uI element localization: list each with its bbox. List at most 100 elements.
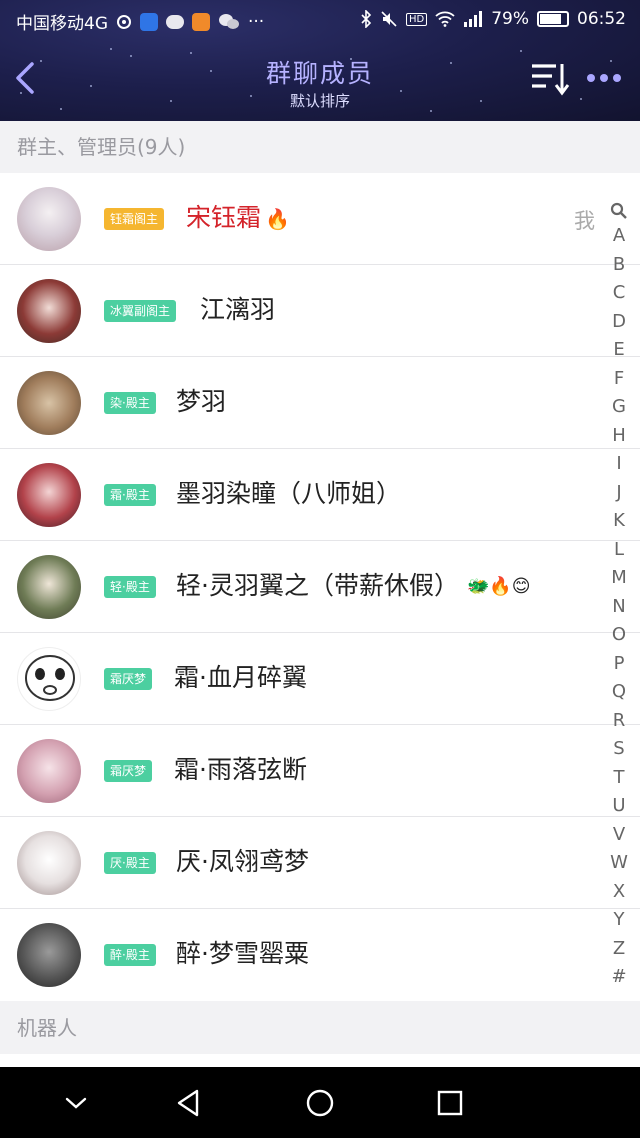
index-letter[interactable]: F	[604, 365, 634, 394]
index-letter[interactable]: H	[604, 422, 634, 451]
member-name-text: 轻·灵羽翼之（带薪休假）	[176, 571, 459, 600]
index-letter[interactable]: E	[604, 336, 634, 365]
member-title-badge: 冰翼副阁主	[104, 300, 177, 322]
nav-bar: 群聊成员 默认排序	[0, 44, 640, 121]
index-letter[interactable]: C	[604, 279, 634, 308]
member-name: 宋钰霜 🔥	[186, 200, 290, 237]
index-letter[interactable]: K	[604, 507, 634, 536]
status-emojis: 🐲🔥😊	[466, 576, 531, 597]
member-row[interactable]: 染·殿主 梦羽	[0, 357, 640, 449]
member-title-badge: 染·殿主	[104, 392, 156, 414]
avatar[interactable]	[17, 739, 81, 803]
bluetooth-icon	[360, 10, 372, 28]
index-letter[interactable]: N	[604, 593, 634, 622]
avatar[interactable]	[17, 371, 81, 435]
index-letter[interactable]: S	[604, 735, 634, 764]
carrier-label: 中国移动4G	[16, 14, 108, 34]
index-letter[interactable]: R	[604, 707, 634, 736]
avatar[interactable]	[17, 923, 81, 987]
avatar[interactable]	[17, 647, 81, 711]
member-row[interactable]: 轻·殿主 轻·灵羽翼之（带薪休假） 🐲🔥😊	[0, 541, 640, 633]
nav-back-button[interactable]	[170, 1085, 206, 1121]
index-letter[interactable]: J	[604, 479, 634, 508]
index-letter[interactable]: Z	[604, 935, 634, 964]
nav-home-button[interactable]	[302, 1085, 338, 1121]
member-row[interactable]: 钰霜阁主 宋钰霜 🔥 我	[0, 173, 640, 265]
member-row[interactable]: 醉·殿主 醉·梦雪罂粟	[0, 909, 640, 1001]
member-name: 霜·血月碎翼	[174, 663, 307, 692]
index-letter[interactable]: I	[604, 450, 634, 479]
member-title-badge: 霜厌梦	[104, 668, 153, 690]
member-title-badge: 钰霜阁主	[104, 208, 165, 230]
index-letter[interactable]: O	[604, 621, 634, 650]
index-letter[interactable]: Q	[604, 678, 634, 707]
circle-home-icon	[306, 1089, 334, 1117]
battery-level	[540, 14, 561, 24]
index-letter[interactable]: U	[604, 792, 634, 821]
index-letter[interactable]: T	[604, 764, 634, 793]
mute-icon	[380, 10, 398, 28]
sort-icon	[532, 64, 570, 96]
index-letter[interactable]: V	[604, 821, 634, 850]
wifi-icon	[435, 11, 455, 27]
avatar[interactable]	[17, 463, 81, 527]
avatar[interactable]	[17, 555, 81, 619]
member-name: 梦羽	[176, 387, 227, 416]
fire-emoji: 🔥	[265, 207, 290, 231]
triangle-back-icon	[177, 1089, 199, 1117]
square-recents-icon	[437, 1090, 463, 1116]
avatar[interactable]	[17, 279, 81, 343]
me-label: 我	[574, 209, 595, 233]
member-title-badge: 霜·殿主	[104, 484, 156, 506]
system-nav-bar	[0, 1067, 640, 1138]
index-letter[interactable]: B	[604, 251, 634, 280]
index-letter[interactable]: P	[604, 650, 634, 679]
status-bar: 中国移动4G ··· HD 79% 06:52	[0, 0, 640, 40]
index-letter[interactable]: A	[604, 222, 634, 251]
robot-list-start	[0, 1054, 640, 1067]
header-bar: 中国移动4G ··· HD 79% 06:52 群聊成员 默认排序	[0, 0, 640, 121]
member-title-badge: 醉·殿主	[104, 944, 156, 966]
index-letter[interactable]: X	[604, 878, 634, 907]
member-name: 轻·灵羽翼之（带薪休假） 🐲🔥😊	[176, 568, 531, 605]
index-letter[interactable]: D	[604, 308, 634, 337]
section-header-admins: 群主、管理员(9人)	[0, 121, 640, 173]
member-name: 厌·凤翎鸢梦	[176, 847, 309, 876]
hide-nav-button[interactable]	[58, 1085, 94, 1121]
battery-percent: 79%	[491, 9, 529, 29]
battery-icon	[537, 11, 569, 27]
clock: 06:52	[577, 9, 626, 29]
message-icon	[166, 14, 184, 29]
sort-button[interactable]	[530, 62, 570, 96]
member-name: 墨羽染瞳（八师姐）	[176, 479, 402, 508]
member-title-badge: 厌·殿主	[104, 852, 156, 874]
index-letter[interactable]: L	[604, 536, 634, 565]
member-list: 钰霜阁主 宋钰霜 🔥 我 冰翼副阁主 江漓羽 染·殿主 梦羽 霜·殿主 墨羽染瞳（…	[0, 173, 640, 1001]
member-row[interactable]: 厌·殿主 厌·凤翎鸢梦	[0, 817, 640, 909]
member-row[interactable]: 霜厌梦 霜·雨落弦断	[0, 725, 640, 817]
index-search[interactable]	[604, 200, 634, 222]
index-letter[interactable]: #	[604, 963, 634, 992]
hd-icon: HD	[405, 12, 428, 26]
screen: 中国移动4G ··· HD 79% 06:52 群聊成员 默认排序 群主、管理员…	[0, 0, 640, 1138]
member-name: 霜·雨落弦断	[174, 755, 307, 784]
member-name: 江漓羽	[200, 295, 276, 324]
nav-recents-button[interactable]	[432, 1085, 468, 1121]
avatar[interactable]	[17, 831, 81, 895]
member-row[interactable]: 霜厌梦 霜·血月碎翼	[0, 633, 640, 725]
index-letter[interactable]: Y	[604, 906, 634, 935]
signal-icon	[463, 11, 483, 27]
index-letter[interactable]: M	[604, 564, 634, 593]
alphabet-index[interactable]: A B C D E F G H I J K L M N O P Q R S T U V W X Y Z #	[604, 200, 634, 992]
video-app-icon	[192, 12, 210, 31]
member-row[interactable]: 霜·殿主 墨羽染瞳（八师姐）	[0, 449, 640, 541]
more-icon	[587, 74, 621, 82]
more-button[interactable]	[585, 68, 625, 88]
avatar[interactable]	[17, 187, 81, 251]
member-title-badge: 轻·殿主	[104, 576, 156, 598]
index-letter[interactable]: W	[604, 849, 634, 878]
member-row[interactable]: 冰翼副阁主 江漓羽	[0, 265, 640, 357]
meme-face-icon	[25, 655, 75, 701]
index-letter[interactable]: G	[604, 393, 634, 422]
section-header-robots: 机器人	[0, 1002, 640, 1054]
